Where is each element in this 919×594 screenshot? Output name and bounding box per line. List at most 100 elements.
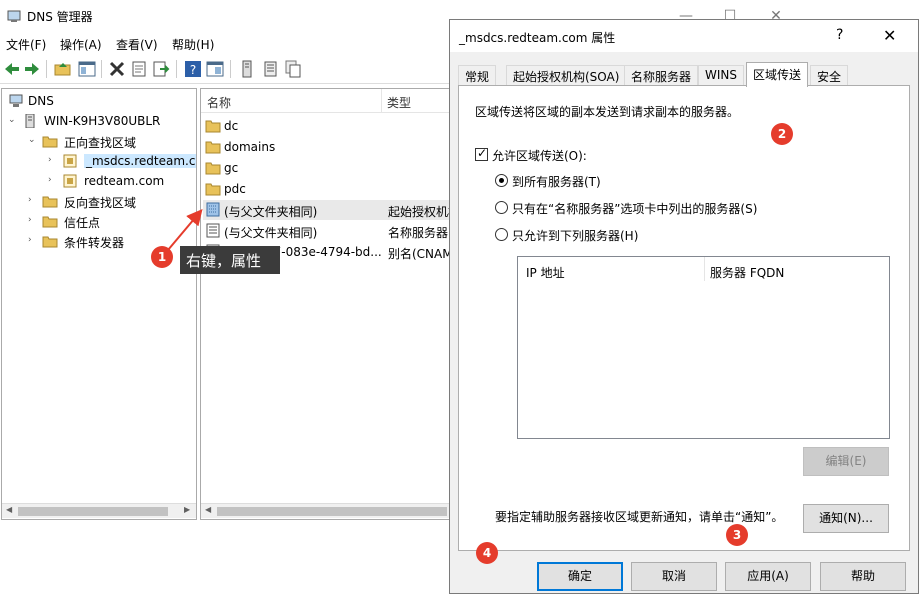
dialog-title: _msdcs.redteam.com 属性 (459, 31, 616, 45)
folder-icon (205, 162, 221, 175)
radio-listed-servers-label[interactable]: 只允许到下列服务器(H) (512, 227, 638, 244)
help-button[interactable]: 帮助 (820, 562, 906, 591)
radio-name-servers-label[interactable]: 只有在“名称服务器”选项卡中列出的服务器(S) (512, 200, 757, 217)
toolbar-separator (46, 60, 47, 78)
dialog-title-bar: _msdcs.redteam.com 属性 ? ✕ (450, 20, 918, 52)
column-divider[interactable] (381, 89, 382, 113)
help-icon[interactable]: ? (184, 60, 202, 78)
chevron-right-icon[interactable]: › (48, 175, 58, 185)
list-item-domains[interactable]: domains (203, 137, 451, 157)
list-horizontal-scrollbar[interactable]: ◀ (201, 503, 451, 518)
item-type: 别名(CNAM (388, 247, 452, 261)
scroll-thumb[interactable] (217, 507, 447, 516)
tab-soa[interactable]: 起始授权机构(SOA) (506, 65, 627, 86)
item-name: (与父文件夹相同) (224, 226, 318, 240)
list-item-ns[interactable]: (与父文件夹相同) 名称服务器( (203, 221, 451, 241)
dns-computer-icon (9, 94, 23, 107)
folder-icon (205, 183, 221, 196)
menu-view[interactable]: 查看(V) (116, 36, 158, 53)
list-item-dc[interactable]: dc (203, 116, 451, 136)
tab-general[interactable]: 常规 (458, 65, 497, 86)
list-item-soa[interactable]: (与父文件夹相同) 起始授权机构 (203, 200, 451, 220)
edit-button[interactable]: 编辑(E) (803, 447, 889, 476)
server-list-table[interactable]: IP 地址 服务器 FQDN (517, 256, 890, 439)
record-icon (206, 202, 220, 217)
item-name: (与父文件夹相同) (224, 205, 318, 219)
column-header-fqdn[interactable]: 服务器 FQDN (710, 264, 784, 281)
forward-arrow-icon[interactable] (23, 60, 41, 78)
radio-selected-dot (499, 178, 504, 183)
step-badge-1: 1 (151, 246, 173, 268)
delete-icon[interactable] (108, 60, 126, 78)
notify-description: 要指定辅助服务器接收区域更新通知，请单击“通知”。 (495, 510, 784, 524)
chevron-down-icon[interactable]: ⌄ (8, 115, 18, 125)
records-icon[interactable] (262, 60, 280, 78)
step-badge-2: 2 (771, 123, 793, 145)
tree-label: 反向查找区域 (64, 196, 137, 210)
tab-name-servers[interactable]: 名称服务器 (624, 65, 699, 86)
list-item-pdc[interactable]: pdc (203, 179, 451, 199)
records-list-pane: 名称 类型 dc domains gc pdc (与父文件夹相同) 起始授权机构… (200, 88, 452, 520)
tree-label: DNS (28, 94, 54, 108)
export-list-icon[interactable] (152, 60, 170, 78)
up-folder-icon[interactable] (54, 60, 72, 78)
apply-button[interactable]: 应用(A) (725, 562, 811, 591)
menu-action[interactable]: 操作(A) (60, 36, 102, 53)
dns-app-icon (7, 10, 21, 22)
tab-strip: 常规 起始授权机构(SOA) 名称服务器 WINS 区域传送 安全 (458, 62, 910, 87)
menu-help[interactable]: 帮助(H) (172, 36, 214, 53)
menu-file[interactable]: 文件(F) (6, 36, 46, 53)
toolbar-separator (101, 60, 102, 78)
item-name: dc (224, 119, 239, 133)
folder-icon (42, 236, 58, 248)
tab-zone-transfers[interactable]: 区域传送 (746, 62, 809, 87)
zone-transfers-panel: 区域传送将区域的副本发送到请求副本的服务器。 ✓ 允许区域传送(O): 到所有服… (458, 85, 910, 551)
item-name: pdc (224, 182, 246, 196)
column-header-ip[interactable]: IP 地址 (526, 264, 565, 281)
scroll-thumb[interactable] (18, 507, 168, 516)
radio-name-servers-only[interactable] (495, 201, 508, 214)
tree-label: redteam.com (84, 174, 165, 188)
item-name: gc (224, 161, 239, 175)
chevron-right-icon[interactable]: › (48, 155, 58, 165)
show-hide-tree-icon[interactable] (78, 60, 96, 78)
tab-wins[interactable]: WINS (698, 65, 744, 86)
back-arrow-icon[interactable] (3, 60, 21, 78)
scroll-left-icon[interactable]: ◀ (6, 505, 12, 514)
close-icon[interactable]: ✕ (883, 26, 896, 45)
column-header-name[interactable]: 名称 (207, 94, 231, 111)
server-icon[interactable] (238, 60, 256, 78)
list-item-gc[interactable]: gc (203, 158, 451, 178)
tree-horizontal-scrollbar[interactable]: ◀ ▶ (2, 503, 196, 518)
allow-transfers-label[interactable]: 允许区域传送(O): (492, 147, 587, 164)
show-console-icon[interactable] (206, 60, 224, 78)
scroll-right-icon[interactable]: ▶ (184, 505, 190, 514)
allow-transfers-checkbox[interactable]: ✓ (475, 146, 488, 161)
chevron-right-icon[interactable]: › (28, 195, 38, 205)
radio-all-servers[interactable] (495, 174, 508, 187)
chevron-right-icon[interactable]: › (28, 215, 38, 225)
radio-listed-servers[interactable] (495, 228, 508, 241)
server-icon (25, 114, 35, 128)
radio-all-servers-label[interactable]: 到所有服务器(T) (512, 173, 601, 190)
tree-label: _msdcs.redteam.co (84, 154, 196, 168)
chevron-down-icon[interactable]: ⌄ (28, 135, 38, 145)
record-icon (206, 223, 220, 238)
notify-button[interactable]: 通知(N)... (803, 504, 889, 533)
cancel-button[interactable]: 取消 (631, 562, 717, 591)
chevron-right-icon[interactable]: › (28, 235, 38, 245)
ok-button[interactable]: 确定 (537, 562, 623, 591)
folder-icon (205, 120, 221, 133)
tree-label: 正向查找区域 (64, 136, 137, 150)
copy-records-icon[interactable] (284, 60, 302, 78)
zone-properties-dialog: _msdcs.redteam.com 属性 ? ✕ 常规 起始授权机构(SOA)… (449, 19, 919, 594)
tree-label: 信任点 (64, 216, 101, 230)
column-divider[interactable] (704, 257, 705, 281)
properties-icon[interactable] (130, 60, 148, 78)
step-badge-4: 4 (476, 542, 498, 564)
scroll-left-icon[interactable]: ◀ (205, 505, 211, 514)
help-icon[interactable]: ? (836, 27, 843, 43)
tree-pane: DNS ⌄ WIN-K9H3V80UBLR ⌄ 正向查找区域 › _msdcs.… (1, 88, 197, 520)
column-header-type[interactable]: 类型 (387, 94, 411, 111)
tab-security[interactable]: 安全 (810, 65, 849, 86)
